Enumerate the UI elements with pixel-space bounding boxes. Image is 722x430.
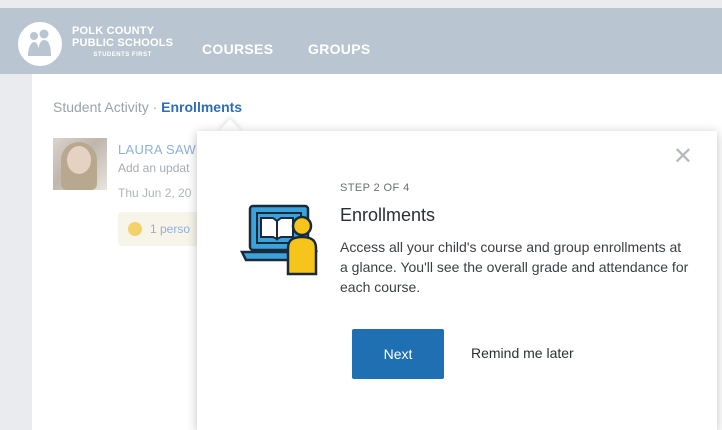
school-tagline: STUDENTS FIRST (93, 52, 152, 58)
post-text: Add an updat (118, 161, 190, 175)
top-navigation-bar: POLK COUNTY PUBLIC SCHOOLS STUDENTS FIRS… (0, 8, 722, 74)
tour-step-indicator: STEP 2 OF 4 (340, 182, 410, 194)
school-name-line1: POLK COUNTY (72, 25, 155, 37)
breadcrumb-separator: · (148, 99, 162, 115)
breadcrumb-current: Enrollments (161, 99, 243, 115)
smiley-icon (128, 222, 142, 236)
enrollments-laptop-icon (240, 204, 319, 276)
breadcrumb-parent[interactable]: Student Activity (53, 99, 149, 115)
tour-popover: ✕ STEP 2 OF 4 Enrollments Access all you… (197, 131, 717, 430)
people-logo-icon (28, 29, 51, 56)
post-author[interactable]: LAURA SAW (118, 142, 196, 157)
school-name: POLK COUNTY PUBLIC SCHOOLS STUDENTS FIRS… (72, 25, 174, 59)
post-date: Thu Jun 2, 20 (118, 186, 192, 200)
reaction-count: 1 perso (150, 222, 191, 236)
remind-me-later-link[interactable]: Remind me later (471, 345, 574, 361)
nav-groups[interactable]: GROUPS (308, 41, 370, 57)
nav-courses[interactable]: COURSES (202, 41, 273, 57)
tour-title: Enrollments (340, 205, 436, 225)
close-icon[interactable]: ✕ (673, 145, 693, 169)
next-button[interactable]: Next (352, 329, 444, 379)
reaction-badge[interactable]: 1 perso (118, 212, 200, 246)
school-logo[interactable] (16, 20, 64, 68)
breadcrumb: Student Activity · Enrollments (53, 99, 242, 115)
avatar[interactable] (53, 138, 107, 190)
tour-description: Access all your child's course and group… (340, 239, 689, 295)
school-name-line2: PUBLIC SCHOOLS (72, 37, 174, 49)
